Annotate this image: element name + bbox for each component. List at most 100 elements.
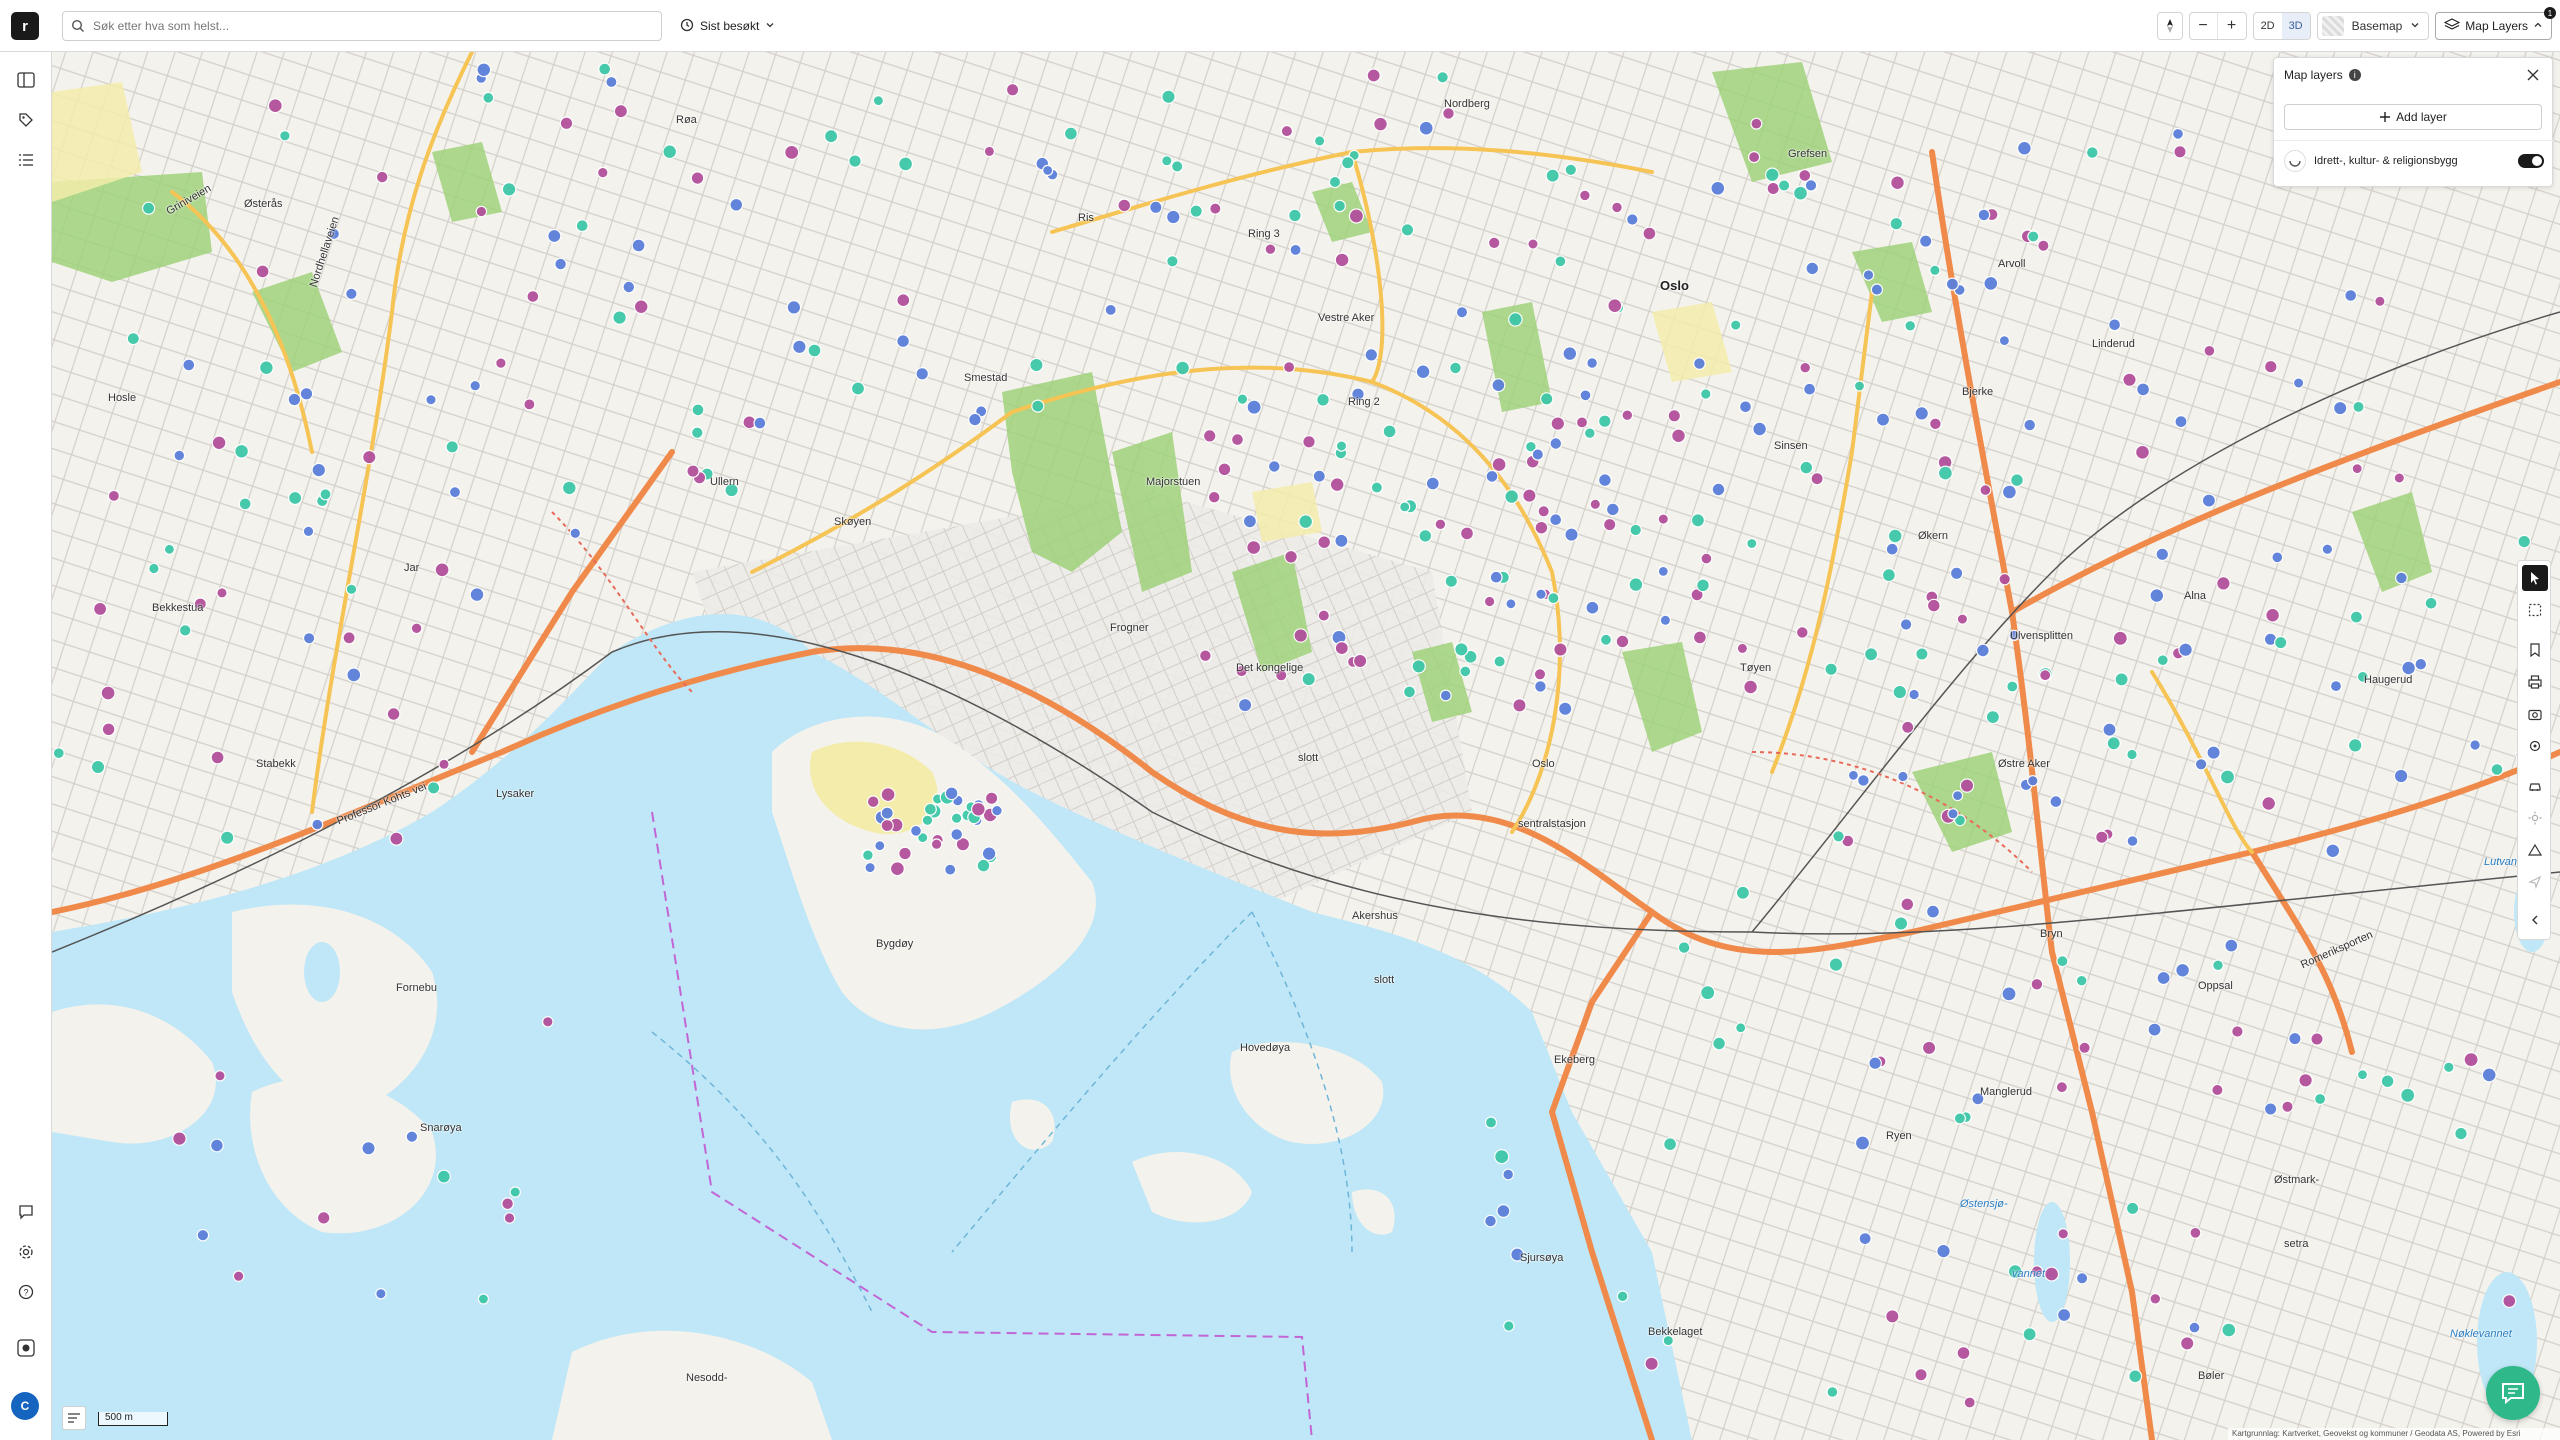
poi-marker[interactable] <box>2216 576 2231 591</box>
poi-marker[interactable] <box>2281 1100 2294 1113</box>
poi-marker[interactable] <box>2203 344 2216 357</box>
poi-marker[interactable] <box>2001 484 2017 500</box>
poi-marker[interactable] <box>1484 1116 1498 1129</box>
poi-marker[interactable] <box>1535 588 1547 600</box>
poi-marker[interactable] <box>1743 679 1758 695</box>
poi-marker[interactable] <box>1149 200 1163 214</box>
poi-marker[interactable] <box>501 182 517 197</box>
poi-marker[interactable] <box>1444 574 1459 588</box>
poi-marker[interactable] <box>389 831 404 846</box>
poi-marker[interactable] <box>2006 680 2019 693</box>
poi-marker[interactable] <box>311 462 327 478</box>
poi-marker[interactable] <box>1522 488 1537 503</box>
poi-marker[interactable] <box>1246 540 1262 556</box>
poi-marker[interactable] <box>662 144 678 160</box>
poi-marker[interactable] <box>921 814 934 827</box>
locate-button[interactable] <box>2522 733 2548 759</box>
poi-marker[interactable] <box>1418 529 1433 543</box>
poi-marker[interactable] <box>1599 633 1613 646</box>
poi-marker[interactable] <box>1508 312 1523 327</box>
poi-marker[interactable] <box>302 525 315 538</box>
poi-marker[interactable] <box>2454 1126 2468 1141</box>
poi-marker[interactable] <box>2329 679 2343 693</box>
poi-marker[interactable] <box>426 781 441 795</box>
poi-marker[interactable] <box>288 490 303 506</box>
poi-marker[interactable] <box>2393 472 2405 484</box>
mode-2d-button[interactable]: 2D <box>2254 13 2282 39</box>
poi-marker[interactable] <box>1198 649 1212 663</box>
search-input[interactable] <box>93 19 643 33</box>
poi-marker[interactable] <box>2273 635 2288 650</box>
poi-marker[interactable] <box>1854 1135 1871 1151</box>
poi-marker[interactable] <box>1710 180 1726 196</box>
poi-marker[interactable] <box>1288 208 1302 223</box>
poi-marker[interactable] <box>1667 409 1682 423</box>
collapse-tools-button[interactable] <box>2522 907 2548 933</box>
poi-marker[interactable] <box>2292 377 2305 389</box>
poi-marker[interactable] <box>2401 660 2417 676</box>
poi-marker[interactable] <box>983 145 996 158</box>
poi-marker[interactable] <box>1317 609 1331 622</box>
add-layer-button[interactable]: Add layer <box>2284 104 2542 130</box>
poi-marker[interactable] <box>90 759 106 775</box>
poi-marker[interactable] <box>2023 418 2037 432</box>
poi-marker[interactable] <box>1537 505 1550 518</box>
poi-marker[interactable] <box>1945 277 1960 291</box>
poi-marker[interactable] <box>848 154 862 168</box>
poi-marker[interactable] <box>1312 469 1326 483</box>
poi-marker[interactable] <box>2332 400 2348 416</box>
poi-marker[interactable] <box>2310 1032 2324 1046</box>
poi-marker[interactable] <box>1799 460 1814 475</box>
poi-marker[interactable] <box>1735 1022 1747 1034</box>
poi-marker[interactable] <box>2211 1083 2224 1097</box>
zoom-out-button[interactable]: − <box>2190 13 2218 39</box>
poi-marker[interactable] <box>1690 513 1706 528</box>
poi-marker[interactable] <box>2044 1266 2060 1282</box>
poi-marker[interactable] <box>410 622 423 635</box>
poi-marker[interactable] <box>1959 778 1975 793</box>
poi-marker[interactable] <box>1302 434 1316 449</box>
poi-marker[interactable] <box>1317 535 1332 550</box>
poi-marker[interactable] <box>2057 1228 2069 1240</box>
poi-marker[interactable] <box>1533 680 1547 693</box>
poi-marker[interactable] <box>1400 223 1415 237</box>
poi-marker[interactable] <box>2102 722 2117 737</box>
poi-marker[interactable] <box>163 543 176 555</box>
poi-marker[interactable] <box>1418 120 1434 136</box>
poi-marker[interactable] <box>1289 243 1302 256</box>
poi-marker[interactable] <box>2224 938 2239 953</box>
poi-marker[interactable] <box>2075 974 2088 987</box>
poi-marker[interactable] <box>1236 393 1249 405</box>
poi-marker[interactable] <box>605 75 618 89</box>
poi-marker[interactable] <box>1117 198 1132 213</box>
poi-marker[interactable] <box>1029 357 1044 373</box>
poi-marker[interactable] <box>2265 607 2281 623</box>
poi-marker[interactable] <box>1489 570 1503 584</box>
poi-marker[interactable] <box>2380 1074 2395 1089</box>
poi-marker[interactable] <box>2136 382 2151 397</box>
map-canvas[interactable]: Oslo Oslo Nordberg Grefsen Arvoll Linder… <box>52 52 2560 1440</box>
poi-marker[interactable] <box>1491 378 1506 393</box>
poi-marker[interactable] <box>2122 372 2137 387</box>
poi-marker[interactable] <box>2149 588 2165 603</box>
compass-button[interactable] <box>2156 12 2183 40</box>
poi-marker[interactable] <box>1504 489 1520 505</box>
poi-marker[interactable] <box>1282 361 1296 374</box>
poi-marker[interactable] <box>622 280 636 294</box>
poi-marker[interactable] <box>1527 238 1539 250</box>
poi-marker[interactable] <box>575 219 589 233</box>
poi-marker[interactable] <box>1333 199 1346 213</box>
poi-marker[interactable] <box>1711 482 1726 497</box>
poi-marker[interactable] <box>2128 1369 2143 1384</box>
poi-marker[interactable] <box>316 1211 331 1225</box>
poi-marker[interactable] <box>866 795 880 809</box>
poi-marker[interactable] <box>1611 201 1623 214</box>
poi-marker[interactable] <box>2502 1293 2517 1308</box>
poi-marker[interactable] <box>1736 642 1749 655</box>
poi-marker[interactable] <box>1824 662 1838 676</box>
poi-marker[interactable] <box>1161 155 1173 167</box>
poi-marker[interactable] <box>1803 382 1817 396</box>
search-box[interactable] <box>62 11 662 41</box>
poi-marker[interactable] <box>2172 127 2185 140</box>
poi-marker[interactable] <box>2206 745 2221 760</box>
